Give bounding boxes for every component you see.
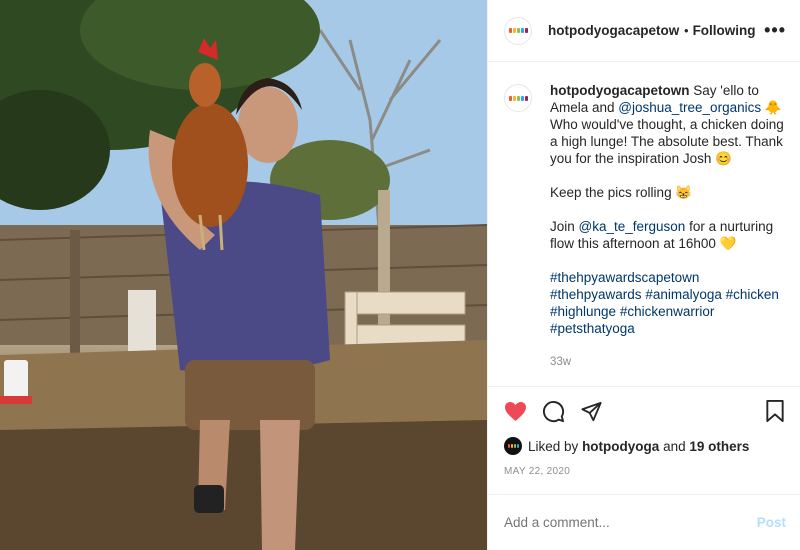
hashtag-list: #thehpyawardscapetown #thehpyawards #ani… (550, 269, 786, 337)
hashtag-link[interactable]: #animalyoga (645, 287, 722, 302)
caption-para3-pre: Join (550, 219, 579, 234)
post-side-panel: hotpodyogacapetown • Following ••• hotpo… (487, 0, 800, 550)
share-button[interactable] (578, 399, 604, 425)
caption-username[interactable]: hotpodyogacapetown (550, 83, 690, 98)
share-icon (580, 401, 602, 421)
caption-para2: Keep the pics rolling 😸 (550, 185, 693, 200)
comment-icon (542, 401, 564, 423)
hashtag-link[interactable]: #thehpyawardscapetown (550, 270, 699, 285)
separator-dot: • (684, 23, 689, 38)
hashtag-link[interactable]: #chickenwarrior (620, 304, 715, 319)
comment-input[interactable] (504, 515, 757, 530)
likes-summary: Liked by hotpodyoga and 19 others (488, 436, 800, 456)
caption-text: hotpodyogacapetown Say 'ello to Amela an… (550, 82, 786, 371)
photo-illustration (0, 0, 487, 550)
hashtag-link[interactable]: #highlunge (550, 304, 616, 319)
brand-logo-icon (508, 28, 528, 33)
post-photo[interactable] (0, 0, 487, 550)
save-button[interactable] (762, 399, 788, 425)
following-button[interactable]: Following (693, 23, 756, 38)
time-ago[interactable]: 33w (550, 354, 786, 371)
mention-link[interactable]: @ka_te_ferguson (579, 219, 686, 234)
post-header: hotpodyogacapetown • Following ••• (488, 0, 800, 62)
likes-and: and (663, 438, 686, 454)
mention-link[interactable]: @joshua_tree_organics (618, 100, 761, 115)
more-options-icon[interactable]: ••• (764, 20, 786, 41)
hashtag-link[interactable]: #chicken (726, 287, 779, 302)
header-username[interactable]: hotpodyogacapetown (548, 23, 680, 38)
hashtag-link[interactable]: #petsthatyoga (550, 321, 635, 336)
brand-logo-icon (508, 95, 528, 101)
comments-area: hotpodyogacapetown Say 'ello to Amela an… (488, 62, 800, 386)
add-comment-bar: Post (488, 494, 800, 550)
action-bar (488, 386, 800, 436)
post-comment-button[interactable]: Post (757, 515, 786, 530)
like-button[interactable] (502, 399, 528, 425)
caption-avatar[interactable] (504, 84, 532, 112)
instagram-post: hotpodyogacapetown • Following ••• hotpo… (0, 0, 800, 550)
avatar[interactable] (504, 16, 532, 45)
comment-button[interactable] (540, 399, 566, 425)
likes-others-link[interactable]: 19 others (689, 439, 749, 454)
caption-row: hotpodyogacapetown Say 'ello to Amela an… (504, 82, 786, 371)
post-date[interactable]: MAY 22, 2020 (488, 456, 800, 480)
heart-icon (504, 401, 526, 422)
liker-avatar[interactable] (504, 437, 522, 455)
hashtag-link[interactable]: #thehpyawards (550, 287, 642, 302)
liked-by-prefix: Liked by (528, 438, 579, 454)
liker-username[interactable]: hotpodyoga (582, 439, 659, 454)
bookmark-icon (766, 400, 784, 423)
